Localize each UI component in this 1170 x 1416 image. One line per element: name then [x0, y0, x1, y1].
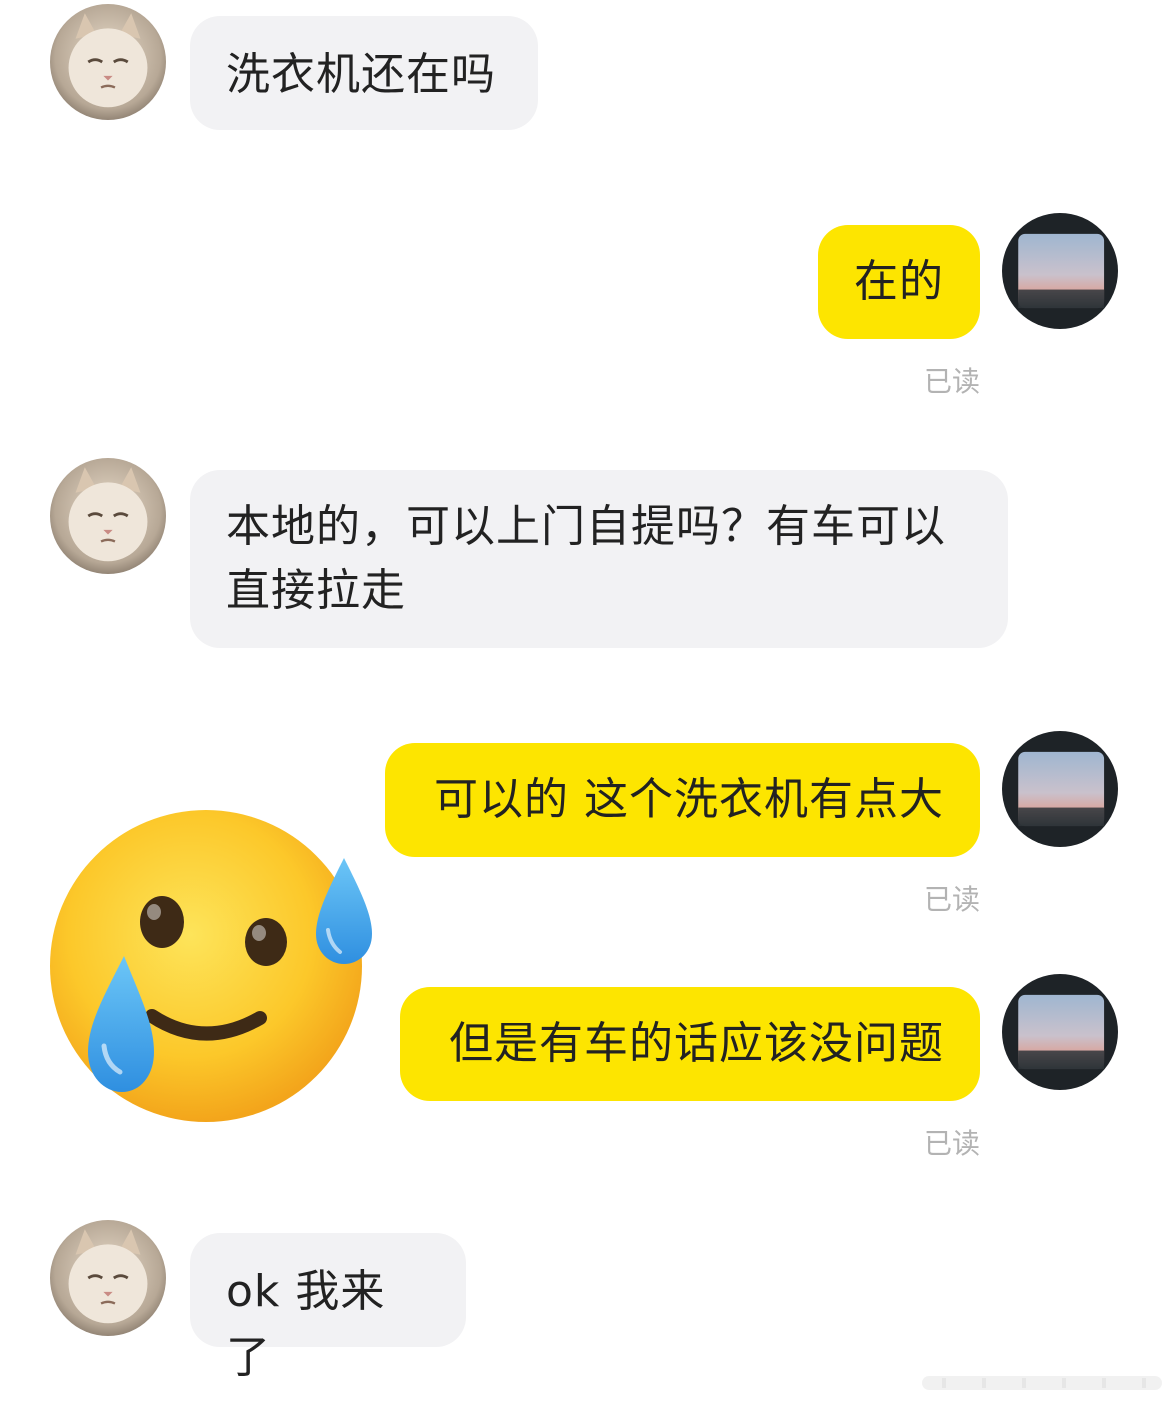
- other-user-avatar[interactable]: [50, 1220, 166, 1336]
- incoming-message[interactable]: 本地的，可以上门自提吗？有车可以直接拉走: [190, 470, 1008, 648]
- read-status: 已读: [923, 365, 980, 398]
- window-sky-avatar-icon: [1002, 731, 1118, 847]
- cat-avatar-icon: [50, 1220, 166, 1336]
- message-text: 可以的 这个洗衣机有点大: [434, 774, 944, 825]
- read-status: 已读: [923, 883, 980, 916]
- message-text: 洗衣机还在吗: [226, 49, 496, 100]
- watermark-graphic: [922, 1376, 1162, 1390]
- message-text: 但是有车的话应该没问题: [449, 1018, 944, 1069]
- outgoing-message[interactable]: 但是有车的话应该没问题: [400, 987, 980, 1101]
- incoming-message[interactable]: 洗衣机还在吗: [190, 16, 538, 130]
- message-text: 本地的，可以上门自提吗？有车可以直接拉走: [226, 501, 946, 616]
- my-avatar[interactable]: [1002, 974, 1118, 1090]
- outgoing-message[interactable]: 可以的 这个洗衣机有点大: [385, 743, 980, 857]
- incoming-message[interactable]: ok 我来了: [190, 1233, 466, 1383]
- outgoing-message[interactable]: 在的: [818, 225, 980, 339]
- window-sky-avatar-icon: [1002, 213, 1118, 329]
- other-user-avatar[interactable]: [50, 4, 166, 120]
- message-text: 在的: [854, 256, 944, 307]
- my-avatar[interactable]: [1002, 213, 1118, 329]
- sticker-emoji[interactable]: [44, 806, 386, 1130]
- other-user-avatar[interactable]: [50, 458, 166, 574]
- cat-avatar-icon: [50, 458, 166, 574]
- read-status: 已读: [923, 1127, 980, 1160]
- cat-avatar-icon: [50, 4, 166, 120]
- message-text: ok 我来了: [226, 1266, 386, 1383]
- window-sky-avatar-icon: [1002, 974, 1118, 1090]
- smiling-face-with-tear-emoji: [50, 810, 372, 1122]
- my-avatar[interactable]: [1002, 731, 1118, 847]
